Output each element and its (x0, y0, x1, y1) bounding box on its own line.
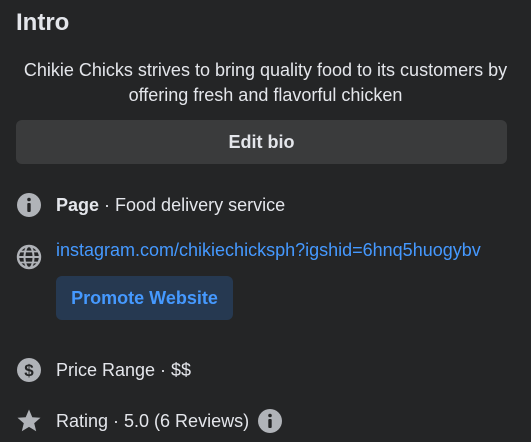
category-row: Page · Food delivery service (16, 192, 285, 218)
category-text: Page · Food delivery service (56, 195, 285, 216)
globe-icon (16, 244, 42, 270)
rating-info-icon[interactable] (257, 408, 283, 434)
dollar-icon: $ (16, 357, 42, 383)
price-text: Price Range · $$ (56, 359, 192, 380)
category-value: · Food delivery service (99, 194, 286, 215)
website-row (16, 244, 42, 270)
website-link[interactable]: instagram.com/chikiechicksph?igshid=6hnq… (56, 240, 481, 260)
price-row: $ Price Range · $$ (16, 357, 191, 383)
promote-website-button[interactable]: Promote Website (56, 276, 233, 320)
bio-text: Chikie Chicks strives to bring quality f… (23, 60, 508, 105)
edit-bio-button[interactable]: Edit bio (16, 120, 507, 164)
category-label: Page (56, 194, 100, 215)
star-icon (16, 408, 42, 434)
intro-title: Intro (16, 9, 70, 36)
rating-text[interactable]: Rating · 5.0 (6 Reviews) (56, 411, 249, 432)
svg-text:$: $ (24, 361, 34, 380)
rating-row: Rating · 5.0 (6 Reviews) (16, 408, 283, 434)
website-link-container: instagram.com/chikiechicksph?igshid=6hnq… (56, 240, 481, 261)
info-icon (16, 192, 42, 218)
